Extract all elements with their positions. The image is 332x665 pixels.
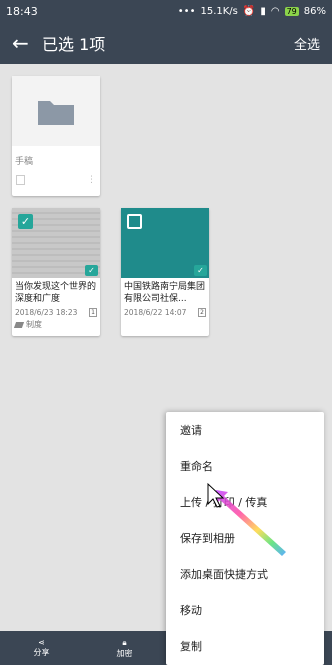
menu-item-copy[interactable]: 复制	[166, 628, 324, 664]
select-all-button[interactable]: 全选	[294, 34, 320, 53]
alarm-off-icon: ⏰	[242, 5, 256, 17]
page-count: 1	[89, 308, 97, 317]
share-button[interactable]: ⋖ 分享	[17, 638, 67, 658]
document-date: 2018/6/23 18:23	[15, 308, 78, 317]
lock-button[interactable]: 🔒︎ 加密	[100, 638, 150, 659]
document-thumbnail: ✓ ✓	[12, 208, 100, 278]
document-title: 中国铁路南宁局集团有限公司社保...	[124, 282, 206, 304]
folder-card[interactable]: 手稿 ⋮	[12, 76, 100, 196]
status-time: 18:43	[6, 4, 38, 18]
folder-doc-icon	[16, 175, 25, 185]
more-dots-icon: •••	[177, 5, 196, 17]
checkbox-unchecked-icon[interactable]	[127, 214, 142, 229]
page-title: 已选 1项	[42, 35, 106, 54]
battery-badge: 79	[284, 6, 299, 16]
tag-label: 制度	[26, 320, 42, 329]
page-count: 2	[198, 308, 206, 317]
status-bar: 18:43 ••• 15.1K/s ⏰ ▮ ◠ 79 86%	[0, 0, 332, 22]
tag-icon	[13, 321, 25, 328]
cloud-sync-icon: ✓	[194, 265, 207, 276]
share-icon: ⋖	[38, 638, 45, 647]
more-vert-icon[interactable]: ⋮	[87, 175, 96, 185]
wifi-icon: ◠	[270, 5, 280, 17]
folder-icon	[38, 101, 74, 125]
folder-thumbnail	[12, 76, 100, 146]
cloud-sync-icon: ✓	[85, 265, 98, 276]
document-card-1[interactable]: ✓ ✓ 当你发现这个世界的深度和广度 2018/6/23 18:23 1 制度	[12, 208, 100, 336]
menu-item-rename[interactable]: 重命名	[166, 448, 324, 484]
document-date: 2018/6/22 14:07	[124, 308, 187, 317]
document-card-2[interactable]: ✓ 中国铁路南宁局集团有限公司社保... 2018/6/22 14:07 2	[121, 208, 209, 336]
back-arrow-icon[interactable]: ←	[12, 31, 40, 55]
battery-percent: 86%	[303, 5, 326, 17]
signal-icon: ▮	[260, 5, 266, 17]
pointer-annotation-icon	[207, 482, 286, 556]
menu-item-move[interactable]: 移动	[166, 592, 324, 628]
document-thumbnail: ✓	[121, 208, 209, 278]
checkbox-checked-icon[interactable]: ✓	[18, 214, 33, 229]
net-speed: 15.1K/s	[200, 5, 238, 17]
document-tag: 制度	[12, 317, 100, 332]
menu-item-invite[interactable]: 邀请	[166, 412, 324, 448]
folder-name: 手稿	[15, 157, 34, 167]
app-bar: ← 已选 1项 全选	[0, 22, 332, 64]
lock-icon: 🔒︎	[122, 637, 127, 647]
document-title: 当你发现这个世界的深度和广度	[15, 282, 97, 304]
